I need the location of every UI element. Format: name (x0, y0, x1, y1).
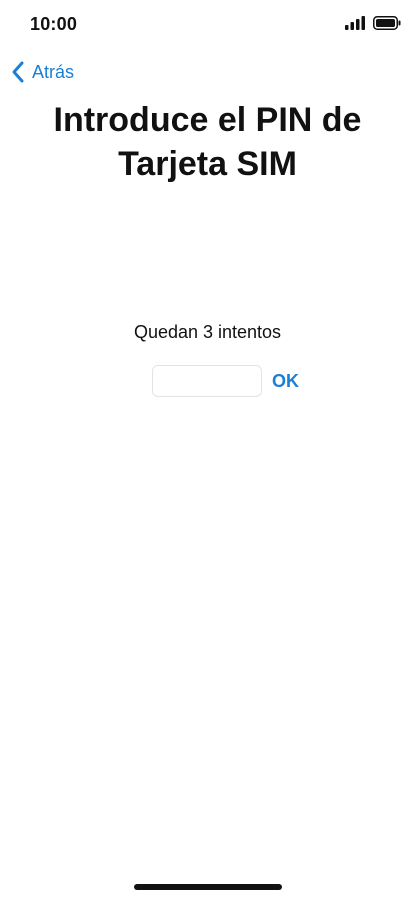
home-indicator[interactable] (134, 884, 282, 890)
page-title: Introduce el PIN de Tarjeta SIM (53, 101, 362, 183)
status-bar: 10:00 (0, 0, 415, 50)
pin-input[interactable] (152, 365, 262, 397)
ok-button[interactable]: OK (272, 371, 299, 392)
back-button-label: Atrás (32, 62, 75, 82)
attempts-remaining-text: Quedan 3 intentos (133, 322, 282, 342)
status-indicators (345, 16, 401, 30)
signal-bars-icon (345, 16, 365, 30)
status-time: 10:00 (30, 14, 78, 34)
pin-entry-row: OK (152, 365, 299, 397)
back-button[interactable]: Atrás (10, 60, 74, 84)
sim-pin-screen: 10:00 Atrás Introduce el PIN de Tarjeta … (0, 0, 415, 900)
battery-full-icon (373, 16, 401, 30)
chevron-left-icon (12, 61, 24, 83)
